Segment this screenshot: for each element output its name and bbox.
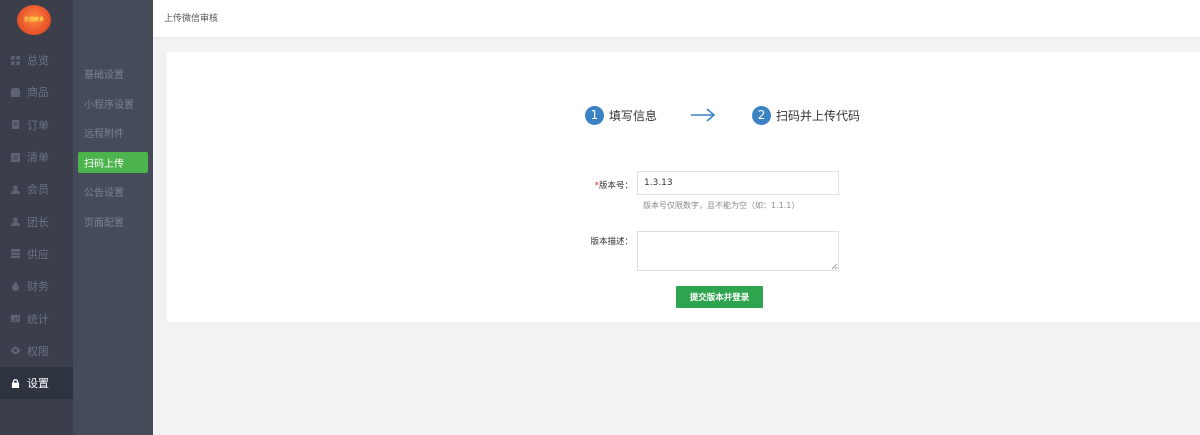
main-nav-item-permissions[interactable]: 权限 [0, 335, 73, 367]
main-nav-label: 财务 [27, 280, 49, 294]
step-label: 扫码并上传代码 [776, 108, 861, 123]
main-nav: 总览 商品 订单 清单 会员 团长 供应 财务 统计 权限 设置 [0, 44, 73, 400]
main-nav-item-settings[interactable]: 设置 [0, 366, 73, 400]
main-nav-item-orders[interactable]: 订单 [0, 109, 73, 141]
main-nav-label: 会员 [27, 183, 49, 197]
main-nav-label: 订单 [27, 118, 49, 132]
logo-text: 乐佳鲜多 [23, 17, 44, 23]
main-nav-label: 团长 [27, 215, 49, 229]
sub-nav-item-remote-attachments[interactable]: 远程附件 [78, 118, 148, 148]
main-nav-label: 统计 [27, 312, 49, 326]
main-nav-label: 总览 [27, 54, 49, 68]
sub-nav-item-announcement-settings[interactable]: 公告设置 [78, 177, 148, 207]
sub-nav-item-miniprogram-settings[interactable]: 小程序设置 [78, 89, 148, 119]
submit-version-button[interactable]: 提交版本并登录 [676, 286, 763, 308]
main-nav-item-members[interactable]: 会员 [0, 173, 73, 205]
box-icon [11, 87, 20, 97]
step-number: 2 [752, 105, 772, 125]
version-label-row: *版本号： [573, 179, 633, 191]
step-number: 1 [585, 105, 604, 125]
breadcrumb: 上传微信审核 [164, 14, 219, 24]
version-label: *版本号： [573, 179, 633, 191]
dashboard-icon [11, 55, 20, 65]
description-textarea[interactable] [637, 231, 839, 271]
step-1: 1 填写信息 [585, 105, 658, 125]
version-input[interactable] [637, 171, 839, 195]
main-nav-item-stats[interactable]: 统计 [0, 302, 73, 334]
main-nav-label: 设置 [27, 377, 49, 391]
order-icon [11, 120, 20, 130]
main-nav-item-goods[interactable]: 商品 [0, 76, 73, 108]
main-sidebar: 乐佳鲜多 总览 商品 订单 清单 会员 团长 供应 财务 统计 权限 设置 [0, 0, 73, 435]
sub-nav: 基础设置 小程序设置 远程附件 扫码上传 公告设置 页面配置 [78, 59, 148, 236]
main-nav-label: 清单 [27, 151, 49, 165]
desc-label: 版本描述： [590, 237, 633, 247]
sub-nav-item-basic-settings[interactable]: 基础设置 [78, 59, 148, 89]
version-label-text: 版本号： [598, 181, 633, 191]
sub-nav-item-scan-upload[interactable]: 扫码上传 [78, 151, 148, 173]
list-icon [11, 152, 20, 162]
main-nav-item-leaders[interactable]: 团长 [0, 205, 73, 237]
main-nav-label: 商品 [27, 86, 49, 100]
desc-label-row: 版本描述： [573, 235, 633, 247]
step-indicator: 1 填写信息 2 扫码并上传代码 [585, 105, 860, 125]
sub-nav-item-page-config[interactable]: 页面配置 [78, 206, 148, 236]
app-logo[interactable]: 乐佳鲜多 [17, 5, 51, 35]
top-bar: 上传微信审核 [153, 0, 1200, 37]
step-label: 填写信息 [609, 108, 658, 123]
user-icon [11, 185, 20, 194]
resize-grip-icon[interactable] [831, 263, 838, 270]
supply-icon [11, 249, 20, 259]
main-nav-item-supply[interactable]: 供应 [0, 238, 73, 270]
arrow-right-icon [690, 107, 717, 123]
main-nav-item-list[interactable]: 清单 [0, 141, 73, 173]
main-nav-label: 权限 [27, 344, 49, 358]
main-nav-item-finance[interactable]: 财务 [0, 270, 73, 302]
leader-icon [11, 217, 20, 227]
sub-sidebar: 基础设置 小程序设置 远程附件 扫码上传 公告设置 页面配置 [73, 0, 153, 435]
chart-icon [11, 314, 20, 323]
step-2: 2 扫码并上传代码 [752, 105, 861, 125]
lock-icon [11, 378, 20, 388]
gear-icon [11, 346, 20, 356]
version-hint: 版本号仅限数字，且不能为空（如：1.1.1） [643, 201, 800, 210]
main-nav-item-overview[interactable]: 总览 [0, 44, 73, 76]
money-icon [11, 281, 20, 291]
main-nav-label: 供应 [27, 247, 49, 261]
